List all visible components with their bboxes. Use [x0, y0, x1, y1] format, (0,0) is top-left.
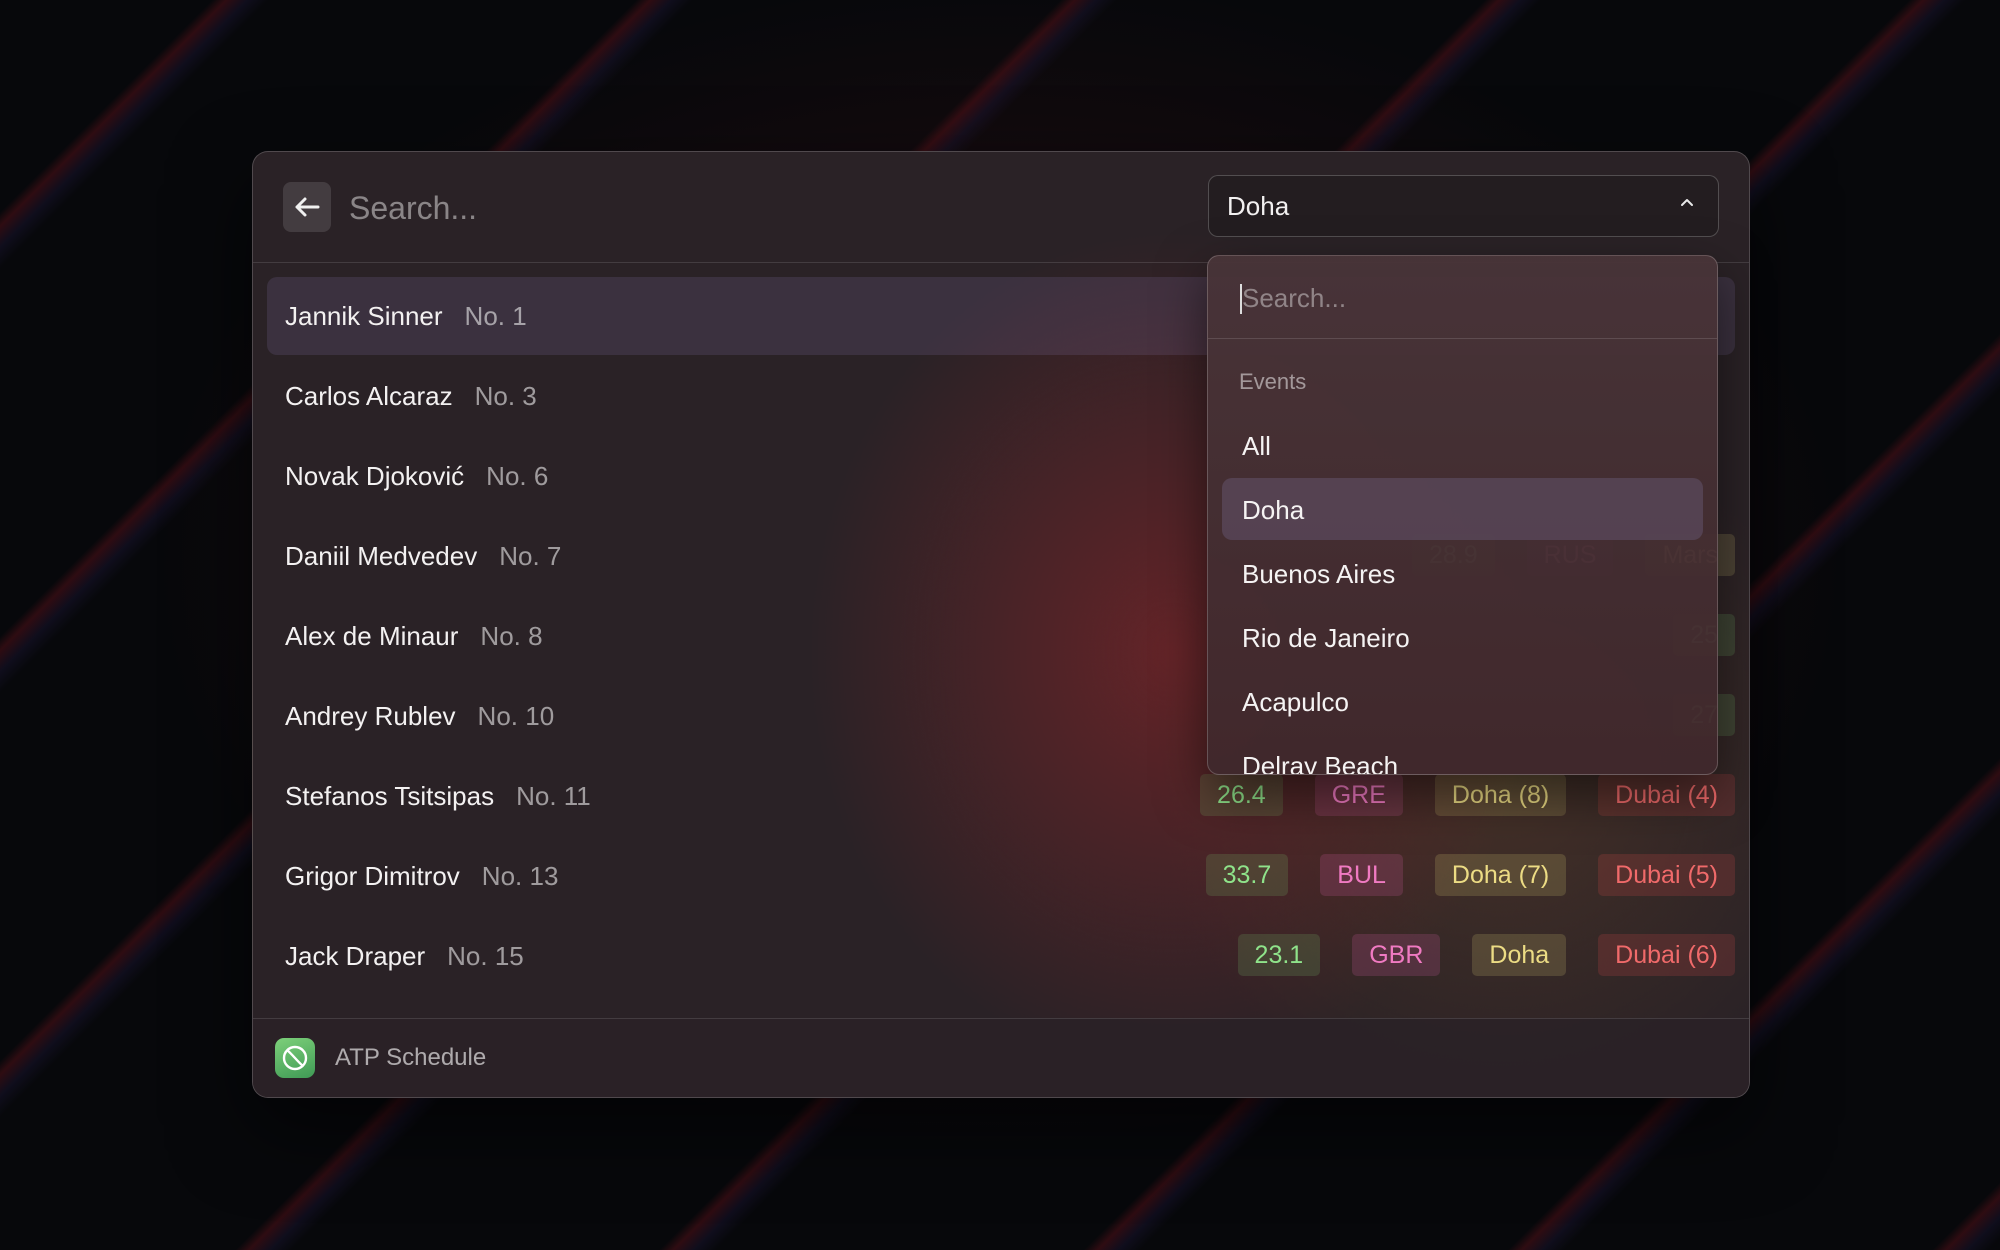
event-select[interactable]: Doha: [1208, 175, 1719, 237]
player-row[interactable]: Jack Draper No. 15 23.1 GBR Doha Dubai (6): [267, 917, 1735, 995]
tag-ev1: Doha (8): [1434, 774, 1567, 816]
player-tags: 26.4 GRE Doha (8) Dubai (4): [1200, 774, 1735, 816]
dropdown-option[interactable]: Rio de Janeiro: [1222, 606, 1703, 668]
dropdown-option-label: Buenos Aires: [1242, 559, 1396, 589]
chevron-up-icon: [1681, 199, 1693, 206]
tag-ev2: Dubai (5): [1598, 854, 1735, 896]
app-name: ATP Schedule: [335, 1044, 487, 1071]
dropdown-option-label: Doha: [1242, 495, 1305, 525]
player-label: Jack Draper No. 15: [285, 941, 524, 972]
tag-num: 33.7: [1205, 854, 1289, 896]
dropdown-search-input[interactable]: [1240, 274, 1684, 322]
tag-num: 23.1: [1237, 934, 1321, 976]
player-label: Daniil Medvedev No. 7: [285, 541, 561, 572]
player-name: Daniil Medvedev: [285, 541, 478, 571]
player-name: Novak Djoković: [285, 461, 465, 491]
tennis-ball-icon: [282, 1045, 308, 1071]
player-label: Carlos Alcaraz No. 3: [285, 381, 537, 412]
dropdown-option-label: All: [1242, 431, 1271, 461]
tag-cty: GRE: [1314, 774, 1403, 816]
player-rank: No. 10: [477, 701, 555, 731]
search-input[interactable]: [347, 179, 1051, 237]
tag-ev1: Doha (7): [1434, 854, 1567, 896]
player-name: Jannik Sinner: [285, 301, 443, 331]
tag-ev1: Doha: [1472, 934, 1567, 976]
player-label: Alex de Minaur No. 8: [285, 621, 543, 652]
dropdown-option[interactable]: Buenos Aires: [1222, 542, 1703, 604]
app-icon: [275, 1038, 315, 1078]
player-rank: No. 13: [481, 861, 559, 891]
arrow-left-icon: [295, 197, 320, 217]
player-name: Grigor Dimitrov: [285, 861, 460, 891]
player-name: Stefanos Tsitsipas: [285, 781, 495, 811]
tag-cty: GBR: [1352, 934, 1441, 976]
tag-ev2: Dubai (4): [1598, 774, 1735, 816]
player-tags: 23.1 GBR Doha Dubai (6): [1237, 934, 1735, 976]
player-label: Andrey Rublev No. 10: [285, 701, 554, 732]
player-rank: No. 3: [474, 381, 537, 411]
player-label: Novak Djoković No. 6: [285, 461, 548, 492]
player-row[interactable]: Grigor Dimitrov No. 13 33.7 BUL Doha (7) Duba…: [267, 837, 1735, 915]
dropdown-option-label: Acapulco: [1242, 687, 1349, 717]
player-name: Carlos Alcaraz: [285, 381, 453, 411]
player-rank: No. 1: [464, 301, 527, 331]
player-rank: No. 8: [480, 621, 543, 651]
player-rank: No. 11: [516, 781, 591, 811]
tag-ev2: Dubai (6): [1598, 934, 1735, 976]
dropdown-list: All Doha Buenos Aires Rio de Janeiro Acapulc…: [1222, 414, 1703, 775]
player-tags: 33.7 BUL Doha (7) Dubai (5): [1205, 854, 1735, 896]
player-rank: No. 15: [447, 941, 524, 971]
event-select-value: Doha: [1227, 190, 1290, 221]
dropdown-search: [1208, 256, 1717, 339]
event-dropdown: Events All Doha Buenos Aires Rio de Janeiro…: [1207, 255, 1718, 775]
player-name: Jack Draper: [285, 941, 426, 971]
player-label: Stefanos Tsitsipas No. 11: [285, 781, 591, 812]
text-caret: [1240, 284, 1242, 314]
top-bar: Doha: [253, 152, 1749, 263]
dropdown-option[interactable]: Acapulco: [1222, 670, 1703, 732]
dropdown-option-label: Rio de Janeiro: [1242, 623, 1410, 653]
player-label: Grigor Dimitrov No. 13: [285, 861, 558, 892]
player-name: Alex de Minaur: [285, 621, 459, 651]
player-label: Jannik Sinner No. 1: [285, 301, 527, 332]
player-name: Andrey Rublev: [285, 701, 456, 731]
dropdown-section-heading: Events: [1239, 369, 1307, 394]
tag-num: 26.4: [1200, 774, 1283, 816]
dropdown-option[interactable]: Doha: [1222, 478, 1703, 540]
player-rank: No. 7: [499, 541, 562, 571]
dropdown-option-label: Delray Beach: [1242, 751, 1399, 775]
dropdown-option[interactable]: All: [1222, 414, 1703, 476]
footer-bar: ATP Schedule: [253, 1018, 1749, 1097]
player-rank: No. 6: [486, 461, 549, 491]
tag-cty: BUL: [1320, 854, 1403, 896]
back-button[interactable]: [283, 182, 331, 232]
dropdown-option[interactable]: Delray Beach: [1222, 734, 1703, 775]
